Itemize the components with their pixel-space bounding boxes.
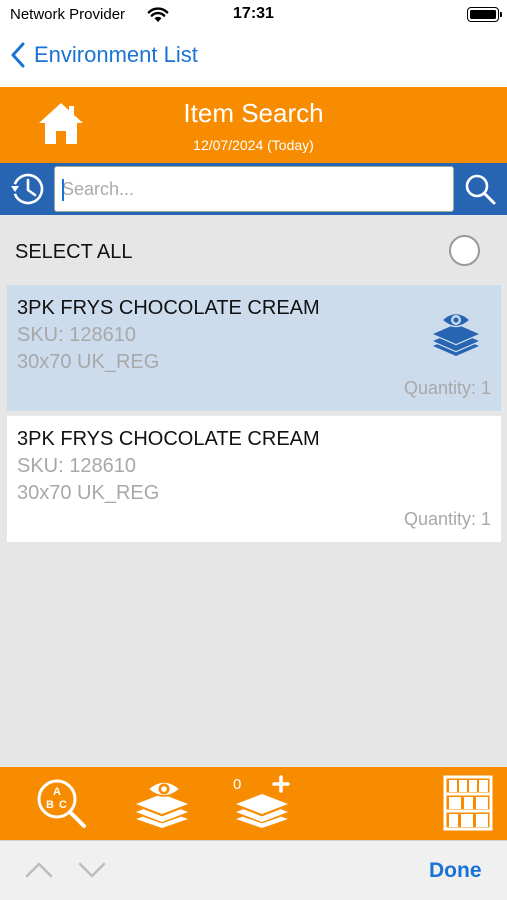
select-all-row[interactable]: SELECT ALL — [0, 215, 507, 285]
item-sku: SKU: 128610 — [17, 324, 136, 346]
select-all-label: SELECT ALL — [15, 241, 133, 263]
status-bar: Network Provider 17:31 — [0, 0, 507, 30]
item-sku: SKU: 128610 — [17, 455, 136, 477]
svg-text:C: C — [59, 799, 67, 811]
item-size: 30x70 UK_REG — [17, 482, 160, 504]
page-title: Item Search — [183, 98, 324, 128]
select-all-radio[interactable] — [449, 235, 480, 266]
keyboard-accessory-bar: Done — [0, 840, 507, 900]
item-row[interactable]: 3PK FRYS CHOCOLATE CREAM SKU: 128610 30x… — [7, 285, 501, 411]
abc-search-icon[interactable]: A B C — [33, 775, 89, 831]
svg-text:B: B — [46, 799, 54, 811]
shelf-icon[interactable] — [440, 775, 496, 831]
history-clock-icon — [11, 173, 44, 205]
item-size: 30x70 UK_REG — [17, 351, 160, 373]
item-name: 3PK FRYS CHOCOLATE CREAM — [17, 428, 320, 450]
battery-icon — [467, 7, 502, 22]
text-cursor — [62, 179, 64, 201]
item-quantity: Quantity: 1 — [403, 378, 491, 398]
status-time: 17:31 — [233, 5, 274, 22]
chevron-left-icon — [11, 42, 25, 68]
search-button[interactable] — [457, 166, 503, 212]
navigation-bar: Environment List — [0, 30, 507, 87]
page-header: Item Search 12/07/2024 (Today) — [0, 87, 507, 163]
layers-view-icon[interactable] — [431, 309, 481, 359]
item-row[interactable]: 3PK FRYS CHOCOLATE CREAM SKU: 128610 30x… — [7, 416, 501, 542]
item-name: 3PK FRYS CHOCOLATE CREAM — [17, 297, 320, 319]
search-icon — [465, 174, 496, 205]
bottom-toolbar: A B C 0 — [0, 767, 507, 840]
svg-text:A: A — [53, 786, 61, 798]
back-button[interactable]: Environment List — [10, 42, 198, 68]
item-quantity: Quantity: 1 — [403, 509, 491, 529]
page-date: 12/07/2024 (Today) — [193, 137, 314, 153]
layers-add-icon[interactable] — [236, 775, 292, 831]
chevron-up-icon[interactable] — [24, 859, 54, 881]
history-button[interactable] — [2, 166, 52, 212]
search-bar — [0, 163, 507, 215]
done-button[interactable]: Done — [429, 859, 482, 883]
chevron-down-icon[interactable] — [77, 859, 107, 881]
back-label: Environment List — [34, 42, 198, 67]
layers-view-icon[interactable] — [134, 775, 190, 831]
search-input[interactable] — [54, 166, 454, 212]
